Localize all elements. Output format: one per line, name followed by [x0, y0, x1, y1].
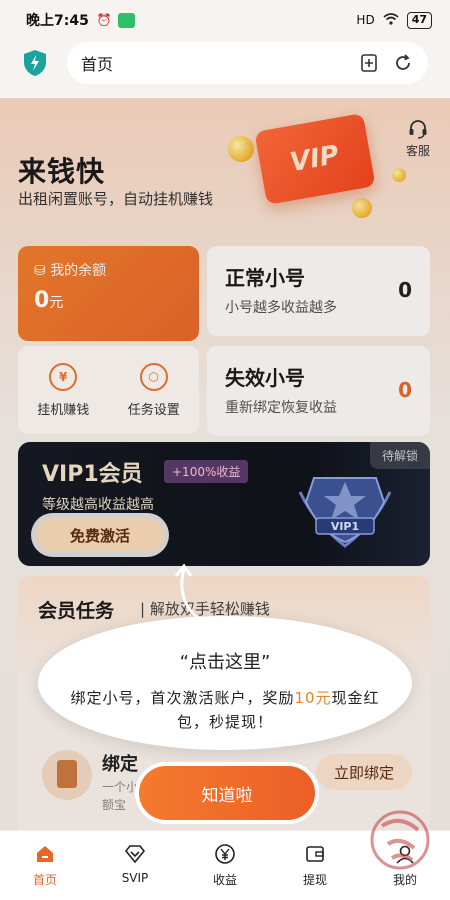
tooltip-body: 绑定小号，首次激活账户，奖励10元现金红包，秒提现！: [70, 689, 380, 731]
nav-earnings[interactable]: 收益: [180, 831, 270, 900]
reward-highlight: 10元: [294, 689, 332, 707]
address-text: 首页: [81, 55, 114, 74]
arrow-up-icon: [174, 563, 199, 620]
nav-earnings-label: 收益: [212, 873, 237, 887]
browser-toolbar: 首页: [0, 40, 450, 98]
diamond-icon: [124, 843, 146, 865]
tooltip-title: “点击这里”: [179, 652, 271, 673]
wallet-icon: [304, 843, 326, 865]
home-icon: [34, 843, 56, 865]
watermark-seal: [370, 810, 430, 870]
yuan-icon: [214, 843, 236, 865]
nav-withdraw[interactable]: 提现: [270, 831, 360, 900]
shield-icon[interactable]: [23, 49, 47, 77]
status-time: 晚上7:45: [26, 13, 89, 29]
battery-indicator: 47: [406, 11, 432, 29]
status-bar: 晚上7:45 ⏰ HD 47: [0, 0, 450, 40]
guide-tooltip: “点击这里” 绑定小号，首次激活账户，奖励10元现金红包，秒提现！: [38, 616, 412, 750]
nav-home[interactable]: 首页: [0, 831, 90, 900]
nav-withdraw-label: 提现: [302, 873, 327, 887]
alarm-icon: ⏰: [96, 13, 112, 27]
wifi-icon: [383, 12, 399, 28]
wechat-icon: [117, 12, 135, 28]
signal-icon: HD: [356, 13, 375, 27]
refresh-icon[interactable]: [393, 53, 413, 73]
got-it-button[interactable]: 知道啦: [139, 766, 315, 820]
nav-home-label: 首页: [32, 873, 57, 887]
bookmark-add-icon[interactable]: [359, 53, 379, 73]
nav-svip[interactable]: SVIP: [90, 831, 180, 900]
nav-svip-label: SVIP: [121, 871, 149, 885]
page-content: VIP 来钱快 出租闲置账号，自动挂机赚钱 客服 ⛁ 我的余额 0元 ¥ 挂机赚…: [0, 98, 450, 830]
address-bar[interactable]: 首页: [67, 42, 428, 84]
